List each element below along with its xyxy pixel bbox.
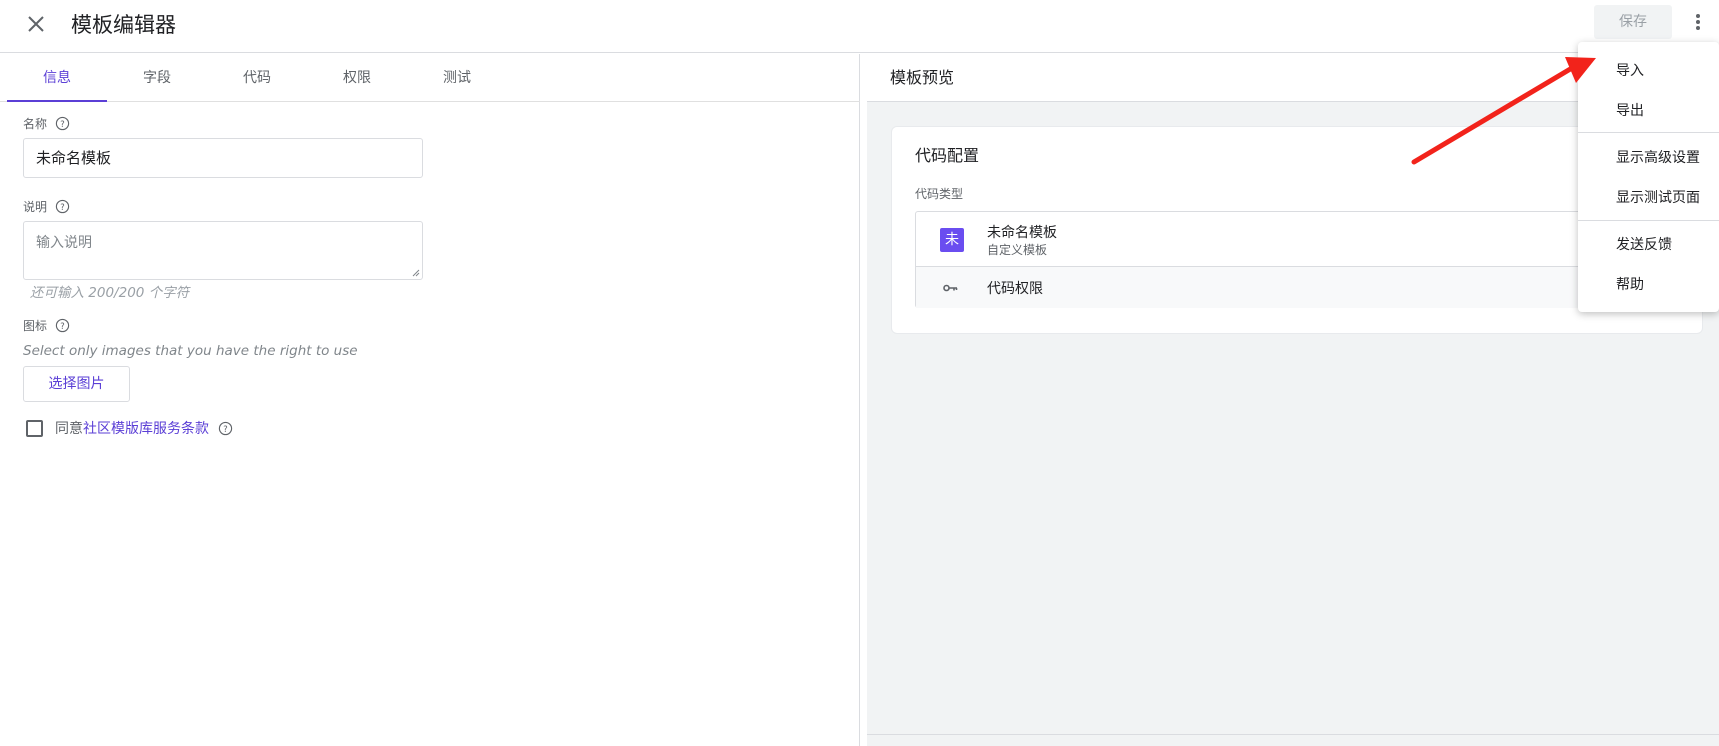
tab-fields[interactable]: 字段 — [107, 54, 207, 102]
template-icon: 未 — [940, 228, 964, 252]
terms-agreement: 同意 社区模版库服务条款 ? — [26, 418, 233, 438]
resize-handle-icon[interactable] — [412, 269, 420, 277]
menu-divider — [1578, 132, 1719, 133]
tab-test[interactable]: 测试 — [407, 54, 507, 102]
help-icon[interactable]: ? — [218, 421, 233, 436]
more-options-button[interactable] — [1686, 8, 1710, 36]
more-vert-icon — [1696, 14, 1700, 30]
card-title: 代码配置 — [915, 146, 980, 165]
code-type-box: 未 未命名模板 自定义模板 代码权限 — [915, 211, 1615, 308]
permission-label: 代码权限 — [987, 281, 1043, 297]
template-name: 未命名模板 — [987, 225, 1057, 241]
template-type: 自定义模板 — [987, 243, 1048, 257]
menu-item-help[interactable]: 帮助 — [1616, 274, 1644, 294]
editor-panel: 信息 字段 代码 权限 测试 名称 ? 未命名模板 说明 ? 输入说明 还可输入… — [0, 54, 860, 746]
char-count-hint: 还可输入 200/200 个字符 — [30, 285, 190, 301]
description-placeholder: 输入说明 — [36, 235, 92, 251]
svg-text:?: ? — [60, 321, 64, 331]
name-label: 名称 — [23, 117, 48, 131]
menu-item-send-feedback[interactable]: 发送反馈 — [1616, 234, 1672, 254]
icon-rights-note: Select only images that you have the rig… — [23, 343, 358, 359]
close-button[interactable] — [20, 8, 52, 40]
description-textarea[interactable]: 输入说明 — [23, 221, 423, 280]
name-input[interactable]: 未命名模板 — [23, 138, 423, 178]
choose-image-button[interactable]: 选择图片 — [23, 366, 130, 402]
overflow-menu: 导入 导出 显示高级设置 显示测试页面 发送反馈 帮助 — [1578, 42, 1719, 312]
tab-info[interactable]: 信息 — [7, 54, 107, 102]
icon-label-row: 图标 ? — [23, 317, 70, 334]
tab-permissions[interactable]: 权限 — [307, 54, 407, 102]
card-subtitle: 代码类型 — [915, 187, 964, 201]
help-icon[interactable]: ? — [55, 199, 70, 214]
page-title: 模板编辑器 — [71, 13, 176, 37]
name-label-row: 名称 ? — [23, 115, 70, 132]
template-row[interactable]: 未 未命名模板 自定义模板 — [916, 212, 1614, 267]
menu-item-export[interactable]: 导出 — [1616, 100, 1644, 120]
svg-text:?: ? — [60, 119, 64, 129]
svg-text:?: ? — [223, 423, 227, 433]
key-icon — [943, 284, 958, 292]
save-button[interactable]: 保存 — [1594, 5, 1672, 39]
terms-link[interactable]: 社区模版库服务条款 — [83, 418, 209, 438]
menu-item-advanced-settings[interactable]: 显示高级设置 — [1616, 147, 1700, 167]
terms-checkbox[interactable] — [26, 419, 43, 437]
permission-row[interactable]: 代码权限 — [916, 267, 1614, 308]
icon-label: 图标 — [23, 319, 48, 333]
tab-code[interactable]: 代码 — [207, 54, 307, 102]
divider — [867, 734, 1719, 735]
menu-item-show-test-page[interactable]: 显示测试页面 — [1616, 187, 1700, 207]
agree-prefix: 同意 — [55, 421, 83, 437]
tab-bar: 信息 字段 代码 权限 测试 — [0, 54, 860, 102]
help-icon[interactable]: ? — [55, 318, 70, 333]
menu-item-import[interactable]: 导入 — [1616, 60, 1644, 80]
top-bar: 模板编辑器 保存 — [0, 0, 1719, 53]
help-icon[interactable]: ? — [55, 116, 70, 131]
desc-label: 说明 — [23, 200, 48, 214]
menu-divider — [1578, 220, 1719, 221]
desc-label-row: 说明 ? — [23, 198, 70, 215]
svg-text:?: ? — [60, 202, 64, 212]
close-icon — [28, 16, 44, 32]
